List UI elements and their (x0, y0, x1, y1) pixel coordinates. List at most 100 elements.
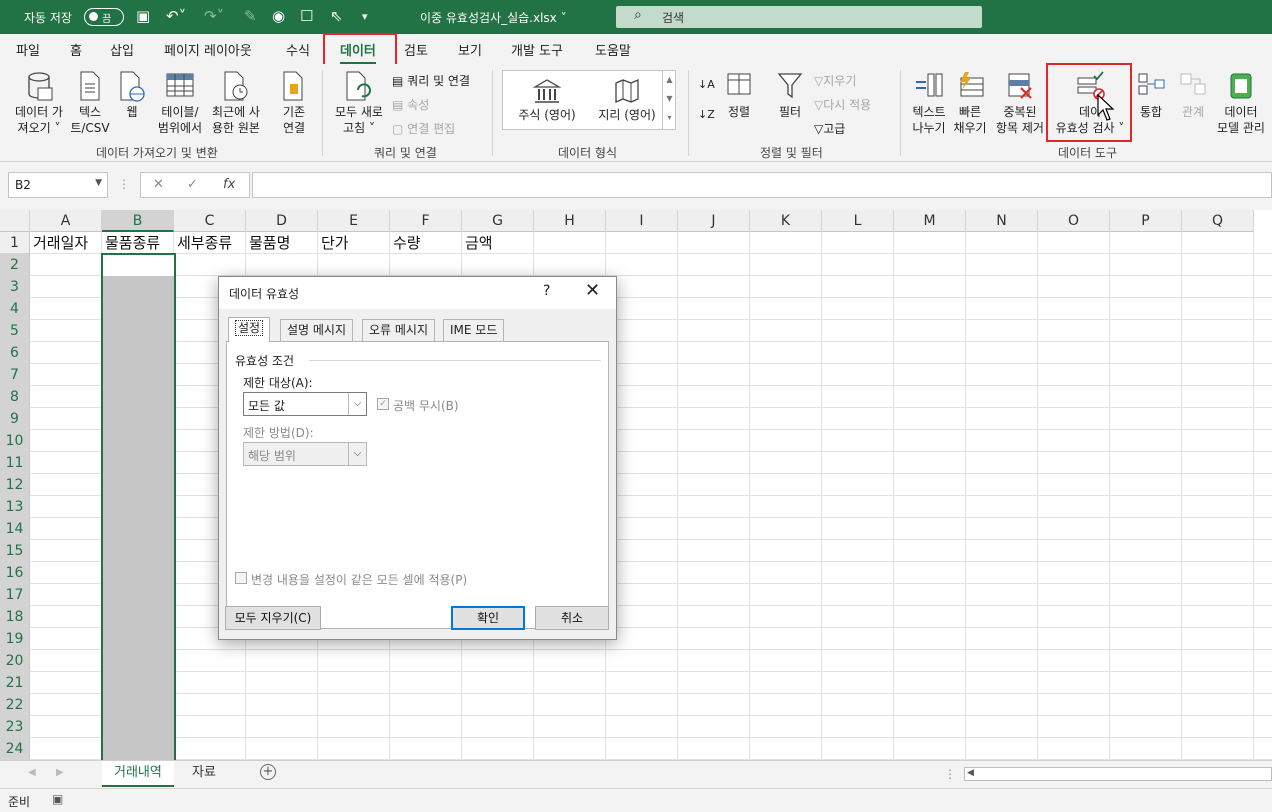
tab-home[interactable]: 홈 (70, 40, 82, 59)
clear-filter-button[interactable]: ▽지우기 (814, 72, 856, 89)
remove-duplicates-button[interactable]: 중복된 항목 제거 (992, 70, 1048, 136)
search-box[interactable]: ⌕ 검색 (616, 6, 982, 28)
web-button[interactable]: 웹 (116, 70, 148, 120)
column-header-B[interactable]: B (102, 210, 174, 232)
row-header-13[interactable]: 13 (0, 496, 30, 518)
column-header-K[interactable]: K (750, 210, 822, 232)
row-header-17[interactable]: 17 (0, 584, 30, 606)
clear-all-button[interactable]: 모두 지우기(C) (225, 606, 321, 630)
row-header-2[interactable]: 2 (0, 254, 30, 276)
tab-input-message[interactable]: 설명 메시지 (280, 319, 354, 341)
consolidate-button[interactable]: 통합 (1134, 70, 1168, 120)
tab-ime-mode[interactable]: IME 모드 (443, 319, 505, 341)
tab-view[interactable]: 보기 (458, 40, 482, 59)
row-header-19[interactable]: 19 (0, 628, 30, 650)
pointer-icon[interactable]: ⇖ (330, 7, 343, 25)
apply-all-checkbox[interactable] (235, 572, 247, 584)
cell-E1[interactable]: 단가 (318, 233, 349, 254)
close-icon[interactable]: ✕ (585, 280, 600, 301)
text-to-columns-button[interactable]: 텍스트 나누기 (906, 70, 952, 136)
enter-icon[interactable]: ✓ (187, 177, 198, 192)
column-header-A[interactable]: A (30, 210, 102, 232)
existing-connections-button[interactable]: 기존 연결 (274, 70, 314, 136)
reapply-button[interactable]: ▽다시 적용 (814, 96, 871, 113)
column-header-E[interactable]: E (318, 210, 390, 232)
file-name[interactable]: 이중 유효성검사_실습.xlsx ˅ (420, 9, 567, 26)
row-header-16[interactable]: 16 (0, 562, 30, 584)
gallery-scroll[interactable]: ▲ ▼ ▾ (662, 70, 676, 130)
column-header-H[interactable]: H (534, 210, 606, 232)
recent-sources-button[interactable]: 최근에 사 용한 원본 (208, 70, 264, 136)
tab-formulas[interactable]: 수식 (286, 40, 310, 59)
touch-mode-icon[interactable]: ☐ (300, 7, 313, 25)
save-icon[interactable]: ▣ (136, 7, 150, 25)
row-header-6[interactable]: 6 (0, 342, 30, 364)
row-header-5[interactable]: 5 (0, 320, 30, 342)
row-header-23[interactable]: 23 (0, 716, 30, 738)
row-header-10[interactable]: 10 (0, 430, 30, 452)
column-header-L[interactable]: L (822, 210, 894, 232)
column-header-P[interactable]: P (1110, 210, 1182, 232)
worksheet-grid[interactable]: ABCDEFGHIJKLMNOPQ 1 2 3 4 5 6 7 8 9 10 11 12 13 14 15 1… (0, 210, 1272, 760)
filter-button[interactable]: 필터 (772, 70, 808, 120)
horizontal-scrollbar[interactable]: ◀ (964, 767, 1272, 781)
column-header-Q[interactable]: Q (1182, 210, 1254, 232)
tab-error-alert[interactable]: 오류 메시지 (362, 319, 436, 341)
column-header-F[interactable]: F (390, 210, 462, 232)
cell-F1[interactable]: 수량 (390, 233, 421, 254)
tab-review[interactable]: 검토 (404, 40, 428, 59)
row-header-15[interactable]: 15 (0, 540, 30, 562)
row-header-22[interactable]: 22 (0, 694, 30, 716)
formula-input[interactable] (252, 172, 1272, 198)
cancel-icon[interactable]: ✕ (153, 177, 164, 192)
column-header-M[interactable]: M (894, 210, 966, 232)
refresh-all-button[interactable]: 모두 새로 고침 ˅ (330, 70, 388, 136)
sort-desc-icon[interactable]: ↓Z (698, 108, 715, 121)
properties-button[interactable]: ▤ 속성 (392, 96, 429, 113)
select-all-corner[interactable] (0, 210, 30, 232)
row-header-14[interactable]: 14 (0, 518, 30, 540)
tab-page-layout[interactable]: 페이지 레이아웃 (164, 40, 252, 59)
customize-qat-icon[interactable]: ▾ (362, 10, 368, 23)
sheet-tab-data[interactable]: 자료 (180, 761, 228, 787)
allow-select[interactable]: 모든 값 ⌵ (243, 392, 367, 416)
row-header-3[interactable]: 3 (0, 276, 30, 298)
row-header-8[interactable]: 8 (0, 386, 30, 408)
scroll-left-icon[interactable]: ◀ (28, 767, 36, 778)
name-box[interactable]: B2 ▼ (8, 172, 108, 198)
scroll-left-arrow-icon[interactable]: ◀ (967, 768, 974, 778)
cell-B1[interactable]: 물품종류 (102, 233, 160, 254)
get-data-button[interactable]: 데이터 가 져오기 ˅ (8, 70, 70, 136)
row-header-18[interactable]: 18 (0, 606, 30, 628)
pen-icon[interactable]: ✎ (244, 7, 257, 25)
tab-settings[interactable]: 설정 (228, 317, 271, 342)
ok-button[interactable]: 확인 (451, 606, 525, 630)
tab-file[interactable]: 파일 (16, 40, 40, 59)
redo-icon[interactable]: ↷˅ (204, 7, 224, 25)
queries-connections-button[interactable]: ▤ 쿼리 및 연결 (392, 72, 470, 89)
row-header-12[interactable]: 12 (0, 474, 30, 496)
row-header-21[interactable]: 21 (0, 672, 30, 694)
sort-button[interactable]: 정렬 (722, 70, 756, 120)
ignore-blank-checkbox[interactable]: ✓ (377, 398, 389, 410)
column-header-J[interactable]: J (678, 210, 750, 232)
sheet-tab-transactions[interactable]: 거래내역 (102, 761, 174, 787)
cell-A1[interactable]: 거래일자 (30, 233, 88, 254)
cancel-button[interactable]: 취소 (535, 606, 609, 630)
help-button[interactable]: ? (543, 283, 550, 299)
tab-help[interactable]: 도움말 (595, 40, 631, 59)
data-model-button[interactable]: 데이터 모델 관리 (1212, 70, 1270, 136)
column-header-O[interactable]: O (1038, 210, 1110, 232)
geography-button[interactable]: 지리 (영어) (589, 77, 665, 123)
row-header-9[interactable]: 9 (0, 408, 30, 430)
cell-G1[interactable]: 금액 (462, 233, 493, 254)
row-header-1[interactable]: 1 (0, 232, 30, 254)
cell-C1[interactable]: 세부종류 (174, 233, 232, 254)
row-header-4[interactable]: 4 (0, 298, 30, 320)
circle-icon[interactable]: ◉ (272, 7, 285, 25)
row-header-20[interactable]: 20 (0, 650, 30, 672)
tab-insert[interactable]: 삽입 (110, 40, 134, 59)
column-header-C[interactable]: C (174, 210, 246, 232)
row-header-7[interactable]: 7 (0, 364, 30, 386)
data-select[interactable]: 해당 범위 ⌵ (243, 442, 367, 466)
